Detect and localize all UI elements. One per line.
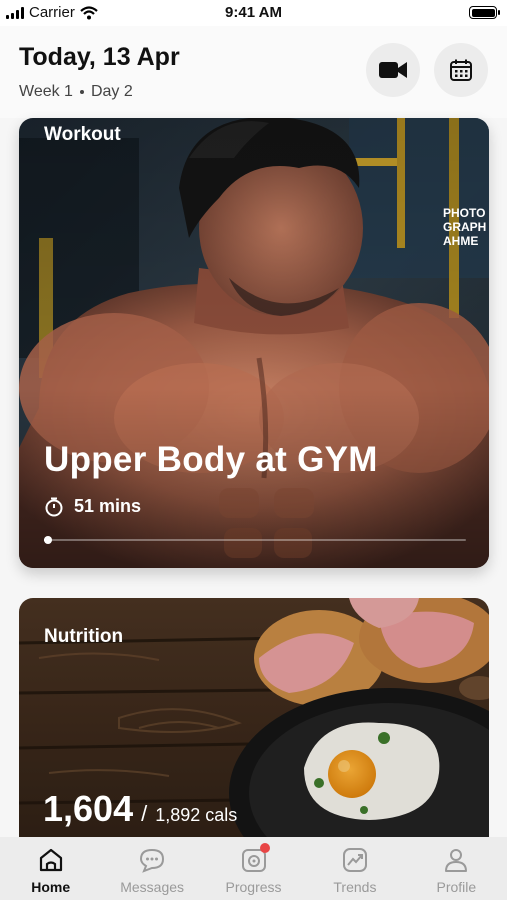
workout-card[interactable]: PHOTO GRAPH AHME Workout Upper Body at G… <box>19 118 489 568</box>
workout-label: Workout <box>44 124 121 145</box>
video-button[interactable] <box>366 43 420 97</box>
tab-profile[interactable]: Profile <box>406 837 507 900</box>
battery-icon <box>469 6 500 19</box>
calories-goal: 1,892 cals <box>155 805 238 825</box>
tab-messages-label: Messages <box>120 879 185 895</box>
calendar-button[interactable] <box>434 43 488 97</box>
tab-home-label: Home <box>31 879 71 895</box>
tab-trends[interactable]: Trends <box>304 837 405 900</box>
separator-dot <box>79 90 84 94</box>
nutrition-label: Nutrition <box>44 626 124 647</box>
calories-consumed: 1,604 <box>43 788 134 829</box>
stopwatch-icon <box>45 497 63 516</box>
calendar-icon <box>450 59 472 81</box>
workout-title: Upper Body at GYM <box>44 440 378 479</box>
nutrition-card[interactable]: Nutrition 1,604 / 1,892 cals <box>19 598 489 858</box>
video-camera-icon <box>379 62 407 78</box>
week-label: Week 1 <box>19 83 73 100</box>
tab-home[interactable]: Home <box>0 837 101 900</box>
workout-duration: 51 mins <box>44 496 141 517</box>
tab-progress[interactable]: Progress <box>203 837 304 900</box>
tab-progress-label: Progress <box>225 879 282 895</box>
home-icon <box>39 848 62 872</box>
page-title: Today, 13 Apr <box>19 43 180 71</box>
photographer-watermark: PHOTO GRAPH AHME <box>443 206 487 248</box>
status-bar: Carrier 9:41 AM <box>0 0 507 26</box>
header: Today, 13 Apr Week 1 Day 2 <box>0 26 507 118</box>
duration-label: 51 mins <box>74 496 142 516</box>
tab-bar: Home Messages Progress Trends Profile <box>0 837 507 900</box>
clock: 9:41 AM <box>225 4 282 21</box>
workout-progress-bar[interactable] <box>44 536 466 544</box>
notification-badge <box>259 843 270 853</box>
profile-icon <box>445 849 468 872</box>
day-label: Day 2 <box>90 83 133 100</box>
tab-profile-label: Profile <box>436 879 477 895</box>
trend-icon <box>342 848 367 872</box>
tab-trends-label: Trends <box>333 879 377 895</box>
calorie-separator: / <box>141 801 148 826</box>
message-icon <box>140 848 165 873</box>
tab-messages[interactable]: Messages <box>101 837 202 900</box>
calorie-summary: 1,604 / 1,892 cals <box>43 788 237 830</box>
week-day-subtitle: Week 1 Day 2 <box>19 83 133 101</box>
progress-icon-wrap <box>241 843 270 873</box>
